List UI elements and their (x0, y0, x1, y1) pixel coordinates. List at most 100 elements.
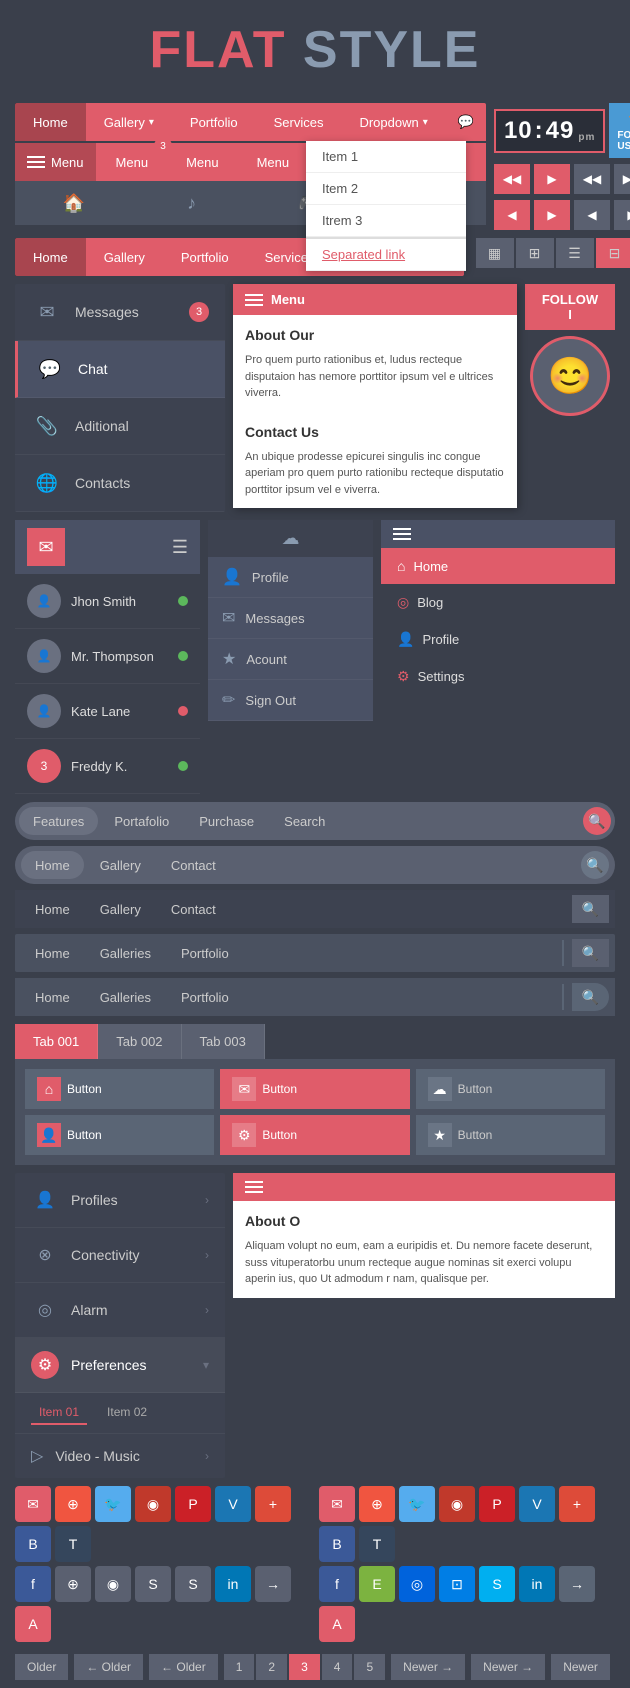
play-btn-2[interactable]: ▶ (534, 200, 570, 230)
nav-portfolio[interactable]: Portfolio (172, 103, 256, 141)
older-btn-2[interactable]: ← Older (74, 1654, 143, 1680)
social-fb-gray[interactable]: f (15, 1566, 51, 1602)
sn3-gallery[interactable]: Gallery (86, 891, 155, 927)
sub-item-2[interactable]: Item 02 (99, 1401, 155, 1425)
chat-menu-icon[interactable]: ☰ (172, 537, 188, 558)
back-btn-2[interactable]: ◀ (574, 200, 610, 230)
dropdown-sep-link[interactable]: Separated link (306, 237, 466, 271)
nav-search-icon[interactable]: 💬 (446, 103, 486, 141)
social-twitter-color[interactable]: 🐦 (399, 1486, 435, 1522)
page-5[interactable]: 5 (354, 1654, 385, 1680)
nav2-home[interactable]: Home (15, 238, 86, 276)
prev-btn-1[interactable]: ◀◀ (494, 164, 530, 194)
social-vim-color[interactable]: V (519, 1486, 555, 1522)
tab-003[interactable]: Tab 003 (182, 1024, 265, 1059)
play-btn-1[interactable]: ▶ (534, 164, 570, 194)
newer-btn-1[interactable]: Newer → (391, 1654, 465, 1680)
social-flickr-color[interactable]: ◎ (399, 1566, 435, 1602)
ff-btn-1[interactable]: ▶▶ (614, 164, 630, 194)
nav-dropdown[interactable]: Dropdown ▾ (341, 103, 445, 141)
social-sk-gray[interactable]: S (135, 1566, 171, 1602)
social-li-gray[interactable]: in (215, 1566, 251, 1602)
prev-btn-2[interactable]: ◀ (494, 200, 530, 230)
page-1[interactable]: 1 (224, 1654, 255, 1680)
social-rss-color[interactable]: ⊕ (359, 1486, 395, 1522)
older-btn-3[interactable]: ← Older (149, 1654, 218, 1680)
chat-item-1[interactable]: 👤 Jhon Smith (15, 574, 200, 629)
icon-btn-gear[interactable]: ⚙ Button (220, 1115, 409, 1155)
sidebar-messages[interactable]: ✉ Messages 3 (15, 284, 225, 341)
social-tumblr-gray[interactable]: T (55, 1526, 91, 1562)
ff-btn-2[interactable]: ▶ (614, 200, 630, 230)
follow-button[interactable]: FOLLOW I (525, 284, 615, 330)
sidebar-chat[interactable]: 💬 Chat (15, 341, 225, 398)
dd-signout[interactable]: ✏ Sign Out (208, 680, 373, 721)
sn2-contact[interactable]: Contact (157, 851, 230, 879)
icon-btn-user[interactable]: 👤 Button (25, 1115, 214, 1155)
vt-list[interactable]: ☰ (556, 238, 594, 268)
sn3-contact[interactable]: Contact (157, 891, 230, 927)
dd-account[interactable]: ★ Acount (208, 639, 373, 680)
icon-home[interactable]: 🏠 (15, 181, 133, 225)
right-menu-settings[interactable]: ⚙ Settings (381, 658, 615, 695)
nav-services[interactable]: Services (256, 103, 342, 141)
social-email-color[interactable]: ✉ (319, 1486, 355, 1522)
social-evernote-color[interactable]: E (359, 1566, 395, 1602)
social-pin-color[interactable]: P (479, 1486, 515, 1522)
right-menu-profile[interactable]: 👤 Profile (381, 621, 615, 658)
icon-btn-message[interactable]: ✉ Button (220, 1069, 409, 1109)
social-tumb-color[interactable]: T (359, 1526, 395, 1562)
sn2-home[interactable]: Home (21, 851, 84, 879)
older-btn-1[interactable]: Older (15, 1654, 68, 1680)
page-2[interactable]: 2 (256, 1654, 287, 1680)
sn1-search-btn[interactable]: 🔍 (583, 807, 611, 835)
hamburger-btn[interactable]: Menu (15, 143, 96, 181)
menu-item-2[interactable]: Menu (168, 143, 237, 181)
social-basketball-color[interactable]: ◉ (439, 1486, 475, 1522)
sn2-gallery[interactable]: Gallery (86, 851, 155, 879)
social-dropbox-color[interactable]: ⊡ (439, 1566, 475, 1602)
vt-grid[interactable]: ⊞ (516, 238, 554, 268)
social-skype-color[interactable]: S (479, 1566, 515, 1602)
page-3[interactable]: 3 (289, 1654, 320, 1680)
social-circ-gray[interactable]: ◉ (95, 1566, 131, 1602)
social-blogger-gray[interactable]: B (15, 1526, 51, 1562)
social-email-gray[interactable]: ✉ (15, 1486, 51, 1522)
sn5-galleries[interactable]: Galleries (86, 979, 165, 1015)
sub-item-1[interactable]: Item 01 (31, 1401, 87, 1425)
social-pinterest-gray[interactable]: P (175, 1486, 211, 1522)
pn-video[interactable]: ▷ Video - Music › (15, 1433, 225, 1478)
social-tag-gray[interactable]: ⊕ (55, 1566, 91, 1602)
vt-barcode[interactable]: ▦ (476, 238, 514, 268)
tab-001[interactable]: Tab 001 (15, 1024, 98, 1059)
nav-home[interactable]: Home (15, 103, 86, 141)
social-gp-gray[interactable]: + (255, 1486, 291, 1522)
nav2-gallery[interactable]: Gallery (86, 238, 163, 276)
sn4-portfolio[interactable]: Portfolio (167, 935, 243, 971)
sn5-search-btn[interactable]: 🔍 (572, 983, 609, 1011)
sn3-search-btn[interactable]: 🔍 (572, 895, 609, 923)
social-arrow-color[interactable]: → (559, 1566, 595, 1602)
sn5-home[interactable]: Home (21, 979, 84, 1015)
chat-item-4[interactable]: 3 Freddy K. (15, 739, 200, 794)
sn2-search-btn[interactable]: 🔍 (581, 851, 609, 879)
twitter-follow-btn[interactable]: 🐦 FOLLOW US! (609, 103, 630, 158)
social-gplus-gray[interactable]: ◉ (135, 1486, 171, 1522)
right-menu-home[interactable]: ⌂ Home (381, 548, 615, 584)
social-rss-gray[interactable]: ⊕ (55, 1486, 91, 1522)
icon-btn-cloud[interactable]: ☁ Button (416, 1069, 605, 1109)
page-4[interactable]: 4 (322, 1654, 353, 1680)
tab-002[interactable]: Tab 002 (98, 1024, 181, 1059)
pn-preferences[interactable]: ⚙ Preferences ▾ (15, 1338, 225, 1393)
dd-messages[interactable]: ✉ Messages (208, 598, 373, 639)
sn1-search[interactable]: Search (270, 807, 339, 835)
social-vimeo-gray[interactable]: V (215, 1486, 251, 1522)
nav-gallery[interactable]: Gallery ▾ (86, 103, 172, 141)
social-arr-gray[interactable]: → (255, 1566, 291, 1602)
dropdown-item-1[interactable]: Item 1 (306, 141, 466, 173)
next-btn-1[interactable]: ◀◀ (574, 164, 610, 194)
social-a-gray[interactable]: A (15, 1606, 51, 1642)
sn5-portfolio[interactable]: Portfolio (167, 979, 243, 1015)
vt-tiles[interactable]: ⊟ (596, 238, 630, 268)
icon-btn-star[interactable]: ★ Button (416, 1115, 605, 1155)
